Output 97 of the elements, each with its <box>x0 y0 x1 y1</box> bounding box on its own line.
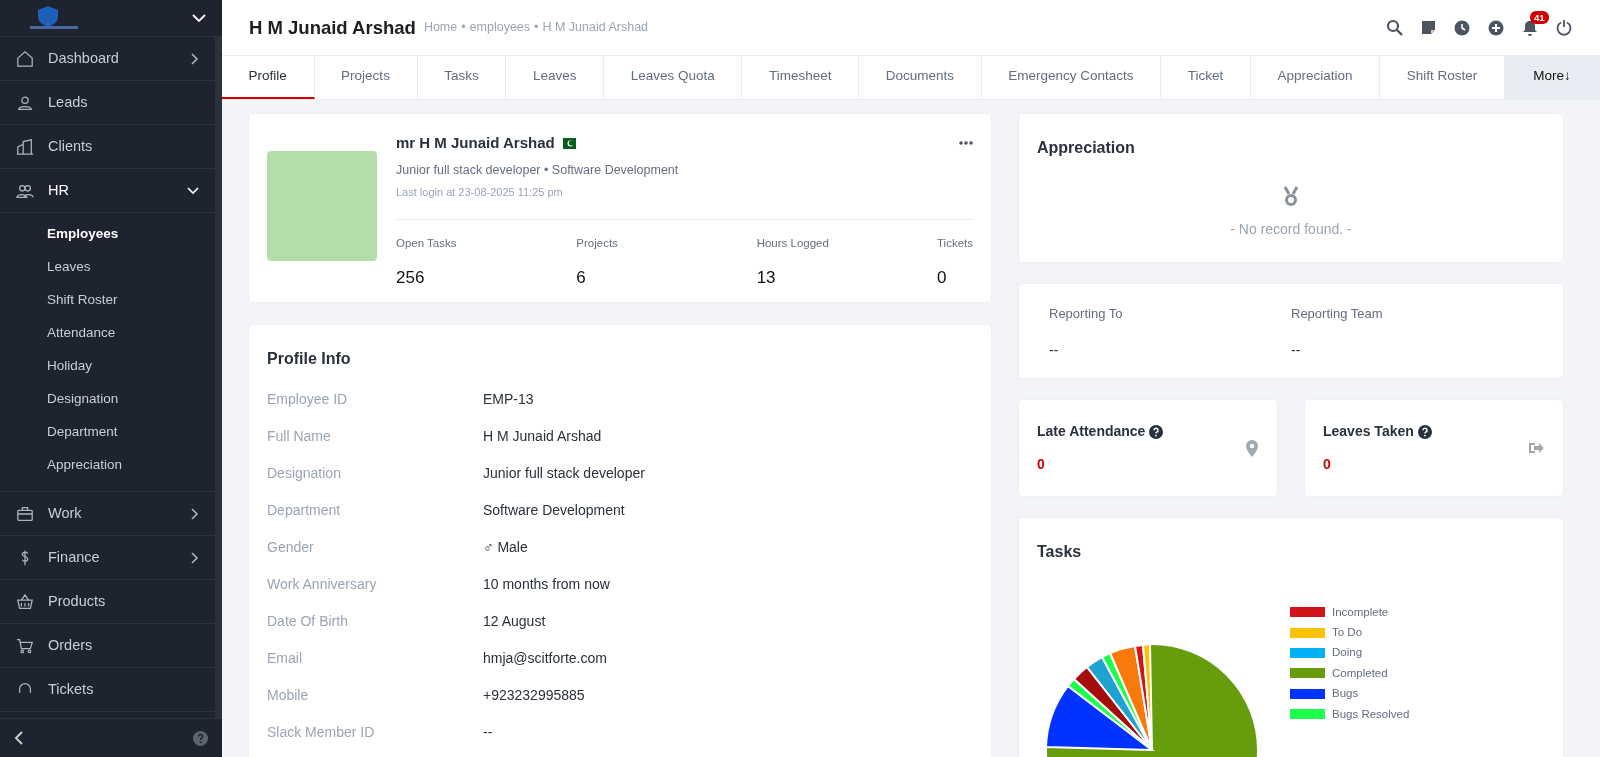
counter-value: 0 <box>1323 455 1332 474</box>
field-label: Date Of Birth <box>267 612 349 631</box>
medal-icon <box>1282 186 1300 207</box>
chevron-right-icon <box>191 551 199 564</box>
sidebar-item[interactable]: HR <box>0 169 215 213</box>
sidebar-subitem[interactable]: Shift Roster <box>0 283 215 316</box>
sticky-note-icon[interactable] <box>1421 20 1436 35</box>
notification-badge: 41 <box>1530 10 1549 24</box>
profile-name: mr H M Junaid Arshad <box>396 133 555 153</box>
section-title: Tasks <box>1037 542 1083 562</box>
sidebar-subitem[interactable]: Designation <box>0 382 215 415</box>
field-label: Reporting Team <box>1291 305 1384 323</box>
field-label: Reporting To <box>1049 305 1124 323</box>
field-value: 12 August <box>483 612 546 631</box>
profile-subtitle: Junior full stack developer • Software Development <box>396 161 680 179</box>
field-label: Work Anniversary <box>267 575 378 594</box>
search-icon[interactable] <box>1386 19 1403 36</box>
legend-label: Bugs <box>1332 686 1359 702</box>
section-title: Appreciation <box>1037 138 1136 158</box>
legend-label: Incomplete <box>1332 604 1389 620</box>
sidebar-item[interactable]: Leads <box>0 81 215 125</box>
sidebar-subitem[interactable]: Attendance <box>0 316 215 349</box>
basket-icon <box>16 592 34 611</box>
sidebar-subitem[interactable]: Department <box>0 415 215 448</box>
legend-label: Bugs Resolved <box>1332 706 1410 722</box>
breadcrumb-separator: • <box>461 19 466 37</box>
tab[interactable]: Profile <box>222 56 315 99</box>
briefcase-icon <box>16 504 34 523</box>
stat-value: 256 <box>396 267 426 289</box>
field-label: Slack Member ID <box>267 723 376 742</box>
last-login-text: Last login at 23-08-2025 11:25 pm <box>396 185 564 201</box>
help-icon[interactable] <box>1417 424 1432 439</box>
sidebar-item[interactable]: Products <box>0 580 215 624</box>
field-value: -- <box>1291 340 1302 360</box>
sidebar-subitem[interactable]: Appreciation <box>0 448 215 481</box>
field-value: hmja@scitforte.com <box>483 649 607 668</box>
stat-label: Open Tasks <box>396 235 458 251</box>
chevron-down-icon[interactable] <box>192 13 206 23</box>
stat-value: 6 <box>576 267 587 289</box>
power-icon[interactable] <box>1556 19 1572 36</box>
legend-label: Completed <box>1332 665 1388 681</box>
sidebar-subitem[interactable]: Employees <box>0 217 215 250</box>
plus-circle-icon[interactable] <box>1488 19 1504 36</box>
counter-title: Leaves Taken <box>1323 422 1414 441</box>
counter-value: 0 <box>1037 455 1046 474</box>
field-label: Mobile <box>267 686 310 705</box>
field-label: Employee ID <box>267 390 349 409</box>
field-value: +923232995885 <box>483 686 585 705</box>
field-label: Designation <box>267 464 342 483</box>
field-value: 10 months from now <box>483 575 610 594</box>
stat-label: Tickets <box>937 235 973 251</box>
chevron-left-icon[interactable] <box>14 731 23 745</box>
chevron-down-icon <box>187 186 199 195</box>
sidebar-item[interactable]: Clients <box>0 125 215 169</box>
field-label: Email <box>267 649 303 668</box>
stat-label: Projects <box>576 235 619 251</box>
sidebar-item[interactable]: Dashboard <box>0 37 215 81</box>
section-title: Profile Info <box>267 349 352 369</box>
location-pin-icon <box>1245 439 1259 457</box>
sidebar-item[interactable]: Work <box>0 492 215 536</box>
page-title: H M Junaid Arshad <box>249 15 416 40</box>
field-label: Gender <box>267 538 315 557</box>
clock-icon[interactable] <box>1454 19 1470 36</box>
chevron-right-icon <box>191 507 199 520</box>
exit-icon <box>1528 440 1545 456</box>
stat-label: Hours Logged <box>756 235 830 251</box>
sidebar-subitem[interactable]: Leaves <box>0 250 215 283</box>
field-value: -- <box>483 723 493 742</box>
field-label: Department <box>267 501 342 520</box>
field-value: -- <box>1049 340 1060 360</box>
counter-title: Late Attendance <box>1037 422 1146 441</box>
breadcrumb-separator: • <box>534 19 539 37</box>
legend-label: To Do <box>1332 624 1363 640</box>
home-icon <box>16 49 34 68</box>
chevron-right-icon <box>191 52 199 65</box>
flag-icon <box>562 137 576 149</box>
field-value: Software Development <box>483 501 625 520</box>
field-value: ♂ Male <box>483 538 528 557</box>
field-value: Junior full stack developer <box>483 464 645 483</box>
empty-state-text: - No record found. - <box>1229 220 1353 239</box>
sidebar-item[interactable]: Finance <box>0 536 215 580</box>
stat-value: 0 <box>937 267 948 289</box>
cart-icon <box>16 636 34 655</box>
field-label: Full Name <box>267 427 332 446</box>
legend-label: Doing <box>1332 645 1363 661</box>
sidebar-item[interactable]: Orders <box>0 624 215 668</box>
bell-icon[interactable] <box>1522 19 1538 36</box>
field-value: H M Junaid Arshad <box>483 427 602 446</box>
stat-value: 13 <box>756 267 777 289</box>
breadcrumb-item: H M Junaid Arshad <box>542 19 649 37</box>
field-value: EMP-13 <box>483 390 534 409</box>
help-icon[interactable] <box>1149 424 1164 439</box>
sidebar-subitem[interactable]: Holiday <box>0 349 215 382</box>
sidebar-item[interactable]: Tickets <box>0 668 215 712</box>
more-icon[interactable] <box>959 141 973 146</box>
more-tab[interactable]: More↓ <box>1505 56 1600 99</box>
building-icon <box>16 137 34 156</box>
